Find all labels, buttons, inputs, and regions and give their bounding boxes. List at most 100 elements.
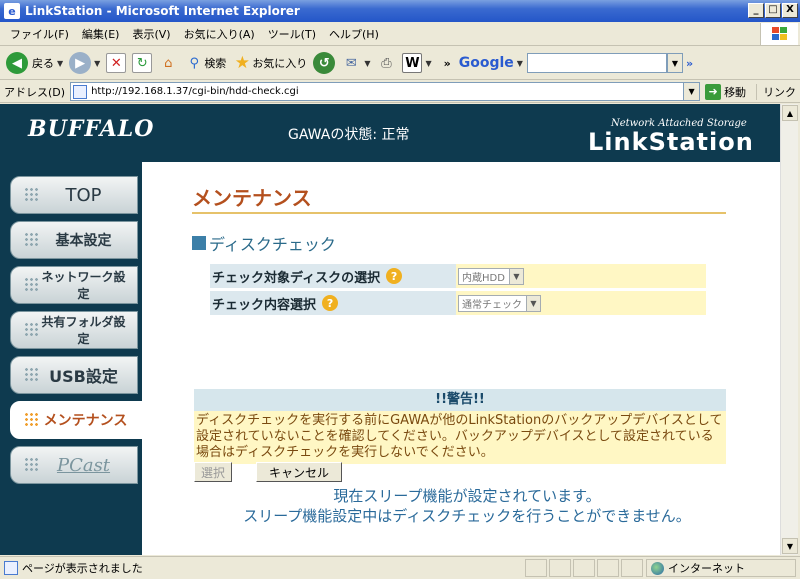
- check-type-selected: 通常チェック: [462, 299, 522, 311]
- target-disk-row: チェック対象ディスクの選択 ? 内蔵HDD ▼: [210, 264, 706, 288]
- edit-icon[interactable]: W: [402, 53, 423, 73]
- address-dropdown-icon[interactable]: ▼: [683, 83, 700, 100]
- nav-basic-settings[interactable]: 基本設定: [10, 221, 138, 259]
- edit-dropdown-icon[interactable]: ▼: [425, 59, 431, 68]
- page-done-icon: [4, 561, 18, 575]
- warning-body: ディスクチェックを実行する前にGAWAが他のLinkStationのバックアップ…: [194, 411, 726, 464]
- buffalo-logo: BUFFALO: [28, 116, 155, 142]
- check-type-label: チェック内容選択: [212, 297, 317, 313]
- search-icon: ⚲: [189, 55, 200, 71]
- mail-icon[interactable]: ✉: [341, 53, 361, 73]
- nav-dots-icon: [24, 187, 40, 203]
- window-title: LinkStation - Microsoft Internet Explore…: [25, 4, 300, 18]
- favorites-button[interactable]: ★ お気に入り: [232, 53, 308, 73]
- favorites-label: お気に入り: [252, 57, 308, 70]
- back-dropdown-icon[interactable]: ▼: [57, 59, 63, 68]
- page-icon: [73, 84, 88, 99]
- nav-usb-settings-label: USB設定: [49, 367, 118, 386]
- pcast-logo: PCast: [56, 454, 111, 476]
- go-button[interactable]: ➜ 移動: [705, 83, 747, 100]
- minimize-button[interactable]: _: [748, 3, 764, 18]
- go-label: 移動: [724, 85, 747, 99]
- nav-dots-icon: [24, 367, 40, 383]
- page-content: BUFFALO GAWAの状態: 正常 Network Attached Sto…: [0, 104, 780, 555]
- menu-tools[interactable]: ツール(T): [268, 26, 316, 42]
- section-heading: ディスクチェック: [192, 231, 336, 255]
- target-disk-select[interactable]: 内蔵HDD ▼: [458, 267, 524, 285]
- check-type-label-cell: チェック内容選択 ?: [210, 291, 456, 315]
- mail-dropdown-icon[interactable]: ▼: [364, 59, 370, 68]
- nav-top-label: TOP: [65, 184, 102, 206]
- menu-favorites[interactable]: お気に入り(A): [184, 26, 255, 42]
- search-button[interactable]: ⚲ 検索: [184, 53, 227, 73]
- vertical-scrollbar[interactable]: ▲ ▼: [780, 104, 798, 555]
- refresh-icon[interactable]: ↻: [132, 53, 153, 73]
- nav-maintenance[interactable]: メンテナンス: [10, 401, 142, 439]
- status-text: ページが表示されました: [22, 562, 143, 575]
- status-cell: [573, 559, 595, 577]
- sleep-notice-line1: 現在スリープ機能が設定されています。: [333, 487, 601, 505]
- forward-dropdown-icon[interactable]: ▼: [94, 59, 100, 68]
- scroll-down-icon[interactable]: ▼: [782, 538, 798, 554]
- select-button[interactable]: 選択: [194, 462, 232, 482]
- status-cell: [597, 559, 619, 577]
- nav-shared-folder-settings-label: 共有フォルダ設定: [41, 315, 126, 346]
- check-type-row: チェック内容選択 ? 通常チェック ▼: [210, 291, 706, 315]
- status-cell: [621, 559, 643, 577]
- back-button[interactable]: ◀ 戻る ▼: [6, 52, 63, 74]
- google-dropdown-icon[interactable]: ▼: [517, 59, 523, 68]
- status-bar: ページが表示されました インターネット: [0, 556, 800, 579]
- address-input[interactable]: http://192.168.1.37/cgi-bin/hdd-check.cg…: [70, 82, 701, 101]
- nav-dots-icon: [24, 277, 40, 293]
- google-overflow-icon[interactable]: »: [686, 57, 693, 70]
- menu-edit[interactable]: 編集(E): [82, 26, 120, 42]
- scroll-up-icon[interactable]: ▲: [782, 105, 798, 121]
- ie-icon: e: [4, 3, 20, 19]
- target-disk-label-cell: チェック対象ディスクの選択 ?: [210, 264, 456, 288]
- nav-network-settings-label: ネットワーク設定: [41, 270, 126, 301]
- stop-icon[interactable]: ✕: [106, 53, 127, 73]
- security-zone: インターネット: [646, 559, 796, 577]
- chevron-down-icon: ▼: [526, 295, 540, 311]
- target-disk-value-cell: 内蔵HDD ▼: [456, 264, 706, 288]
- cancel-button[interactable]: キャンセル: [256, 462, 342, 482]
- star-icon: ★: [234, 53, 250, 73]
- nav-usb-settings[interactable]: USB設定: [10, 356, 138, 394]
- forward-button[interactable]: ▶ ▼: [69, 52, 100, 74]
- target-disk-selected: 内蔵HDD: [462, 272, 505, 284]
- warning-box: !!警告!! ディスクチェックを実行する前にGAWAが他のLinkStation…: [194, 389, 726, 464]
- status-cell: [549, 559, 571, 577]
- print-icon[interactable]: ⎙: [376, 53, 396, 73]
- menu-view[interactable]: 表示(V): [132, 26, 170, 42]
- page-title: メンテナンス: [192, 186, 312, 210]
- nav-pcast[interactable]: PCast: [10, 446, 138, 484]
- sleep-notice-line2: スリープ機能設定中はディスクチェックを行うことができません。: [243, 507, 691, 525]
- history-icon[interactable]: ↺: [313, 52, 336, 74]
- nav-maintenance-label: メンテナンス: [43, 413, 128, 429]
- nav-top[interactable]: TOP: [10, 176, 138, 214]
- address-label: アドレス(D): [4, 85, 66, 99]
- nav-shared-folder-settings[interactable]: 共有フォルダ設定: [10, 311, 138, 349]
- help-icon[interactable]: ?: [386, 268, 403, 284]
- help-icon[interactable]: ?: [322, 295, 339, 311]
- check-type-select[interactable]: 通常チェック ▼: [458, 294, 541, 312]
- home-icon[interactable]: ⌂: [158, 53, 178, 73]
- nav-network-settings[interactable]: ネットワーク設定: [10, 266, 138, 304]
- status-cells: [525, 559, 643, 577]
- search-label: 検索: [204, 57, 227, 70]
- nav-basic-settings-label: 基本設定: [55, 233, 112, 249]
- toolbar-overflow-icon[interactable]: »: [444, 57, 451, 70]
- zone-label: インターネット: [668, 562, 745, 575]
- google-search-input[interactable]: [526, 53, 667, 73]
- target-disk-label: チェック対象ディスクの選択: [212, 270, 381, 286]
- banner: BUFFALO GAWAの状態: 正常 Network Attached Sto…: [0, 104, 780, 162]
- google-search-dropdown-icon[interactable]: ▼: [666, 53, 683, 73]
- close-button[interactable]: X: [782, 3, 798, 18]
- maximize-button[interactable]: □: [765, 3, 781, 18]
- windows-logo-icon: [760, 23, 798, 45]
- menu-file[interactable]: ファイル(F): [10, 26, 69, 42]
- menu-help[interactable]: ヘルプ(H): [329, 26, 379, 42]
- window-titlebar: e LinkStation - Microsoft Internet Explo…: [0, 0, 800, 22]
- nav-dots-icon: [24, 322, 40, 338]
- links-button[interactable]: リンク: [756, 83, 796, 100]
